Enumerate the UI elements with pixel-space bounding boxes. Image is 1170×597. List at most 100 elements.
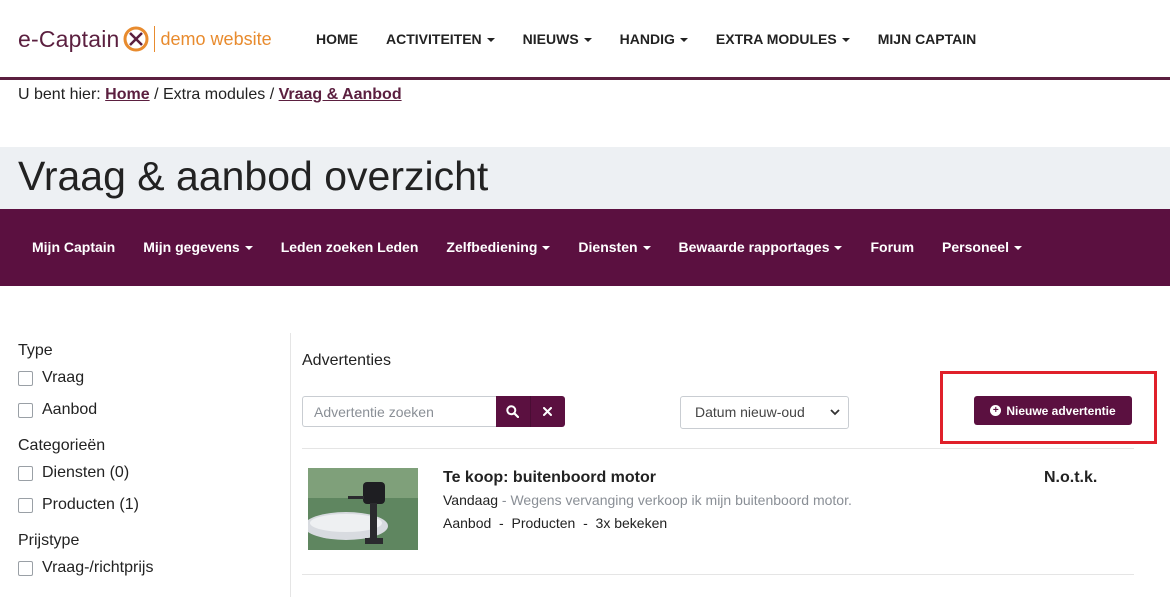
filter-sidebar: Type Vraag Aanbod Categorieën Diensten (… — [18, 340, 278, 584]
checkbox[interactable] — [18, 402, 33, 418]
nav-label: ACTIVITEITEN — [386, 31, 482, 47]
plus-circle-icon: + — [990, 405, 1002, 416]
subnav-mijn-gegevens[interactable]: Mijn gegevens — [129, 237, 266, 257]
nav-label: MIJN CAPTAIN — [877, 31, 977, 47]
new-advertisement-button[interactable]: + Nieuwe advertentie — [974, 396, 1132, 425]
breadcrumb-separator: / — [154, 86, 159, 103]
sort-selected-value: Datum nieuw-oud — [695, 404, 805, 420]
search-icon — [506, 405, 520, 418]
breadcrumb-prefix: U bent hier: — [18, 86, 101, 103]
clear-search-button[interactable] — [530, 396, 565, 427]
filter-heading-categorieen: Categorieën — [18, 437, 106, 454]
caret-down-icon — [244, 246, 253, 251]
nav-item-nieuws[interactable]: NIEUWS — [509, 28, 606, 50]
logo-tagline: demo website — [160, 28, 272, 49]
search-input[interactable] — [302, 396, 496, 427]
main-navigation: HOME ACTIVITEITEN NIEUWS HANDIG EXTRA MO… — [302, 28, 990, 50]
subnav-bewaarde-rapportages[interactable]: Bewaarde rapportages — [665, 237, 857, 257]
nav-item-handig[interactable]: HANDIG — [606, 28, 702, 50]
outboard-motor-image — [308, 468, 418, 550]
filter-option-aanbod[interactable]: Aanbod — [18, 394, 278, 426]
subnav-label: Bewaarde rapportages — [678, 239, 830, 255]
subnav-label: Mijn gegevens — [143, 239, 240, 255]
nav-item-extra-modules[interactable]: EXTRA MODULES — [702, 28, 864, 50]
checkbox[interactable] — [18, 497, 33, 513]
subnav-personeel[interactable]: Personeel — [928, 237, 1036, 257]
list-divider-top — [302, 448, 1134, 449]
filter-option-vraagprijs[interactable]: Vraag-/richtprijs — [18, 552, 278, 584]
listing-dash: - — [498, 492, 511, 508]
listing-meta: Aanbod - Producten - 3x bekeken — [443, 515, 668, 531]
caret-down-icon — [486, 38, 495, 43]
listing-date: Vandaag — [443, 492, 499, 508]
filter-label: Vraag — [42, 369, 85, 386]
nav-item-mijn-captain[interactable]: MIJN CAPTAIN — [864, 28, 991, 50]
subnav-mijn-captain[interactable]: Mijn Captain — [18, 237, 129, 257]
checkbox[interactable] — [18, 370, 33, 386]
subnav-diensten[interactable]: Diensten — [564, 237, 664, 257]
subnav-label: Zelfbediening — [446, 239, 538, 255]
caret-down-icon — [1013, 246, 1022, 251]
caret-down-icon — [642, 246, 651, 251]
caret-down-icon — [679, 38, 688, 43]
search-button[interactable] — [496, 396, 531, 427]
filter-option-diensten[interactable]: Diensten (0) — [18, 457, 278, 489]
sidebar-divider — [290, 333, 291, 597]
caret-down-icon — [583, 38, 592, 43]
close-icon — [543, 407, 553, 416]
new-advertisement-label: Nieuwe advertentie — [1006, 403, 1116, 418]
listing-summary: Wegens vervanging verkoop ik mijn buiten… — [510, 492, 852, 508]
filter-label: Producten (1) — [42, 496, 139, 513]
checkbox[interactable] — [18, 465, 33, 481]
list-divider-bottom — [302, 574, 1134, 575]
filter-heading-type: Type — [18, 342, 53, 359]
listing-description: Vandaag - Wegens vervanging verkoop ik m… — [443, 492, 852, 508]
subnav-forum[interactable]: Forum — [856, 237, 928, 257]
nav-label: HANDIG — [619, 31, 675, 47]
filter-heading-prijstype: Prijstype — [18, 532, 80, 549]
member-navigation: Mijn Captain Mijn gegevens Leden zoeken … — [0, 209, 1170, 286]
filter-label: Aanbod — [42, 401, 98, 418]
caret-down-icon — [834, 246, 843, 251]
title-band: Vraag & aanbod overzicht — [0, 147, 1170, 209]
filter-label: Vraag-/richtprijs — [42, 559, 154, 576]
chevron-down-icon — [830, 409, 840, 416]
page-title: Vraag & aanbod overzicht — [18, 153, 489, 199]
filter-option-vraag[interactable]: Vraag — [18, 362, 278, 394]
nav-label: HOME — [316, 31, 358, 47]
nav-label: EXTRA MODULES — [715, 31, 837, 47]
caret-down-icon — [542, 246, 551, 251]
site-header: e-Captain demo website HOME ACTIVITEITEN… — [0, 0, 1170, 78]
site-logo[interactable]: e-Captain demo website — [18, 22, 272, 56]
subnav-label: Personeel — [942, 239, 1009, 255]
list-item[interactable]: Te koop: buitenboord motor Vandaag - Weg… — [302, 459, 1134, 574]
subnav-label: Leden zoeken Leden — [280, 239, 419, 255]
subnav-label: Forum — [870, 239, 915, 255]
subnav-label: Mijn Captain — [32, 239, 116, 255]
filter-option-producten[interactable]: Producten (1) — [18, 489, 278, 521]
nav-item-home[interactable]: HOME — [302, 28, 372, 50]
checkbox[interactable] — [18, 560, 33, 576]
listing-title[interactable]: Te koop: buitenboord motor — [443, 469, 656, 487]
breadcrumb-extra-modules: Extra modules — [162, 86, 266, 103]
logo-divider — [153, 26, 155, 52]
section-title: Advertenties — [302, 352, 391, 369]
search-group — [302, 396, 565, 427]
header-divider — [0, 77, 1170, 80]
breadcrumb: U bent hier: Home / Extra modules / Vraa… — [18, 86, 402, 104]
subnav-leden-zoeken-leden[interactable]: Leden zoeken Leden — [267, 237, 433, 257]
subnav-zelfbediening[interactable]: Zelfbediening — [432, 237, 564, 257]
subnav-label: Diensten — [578, 239, 638, 255]
caret-down-icon — [841, 38, 850, 43]
breadcrumb-separator: / — [269, 86, 275, 103]
logo-text: e-Captain — [18, 25, 120, 52]
nav-item-activiteiten[interactable]: ACTIVITEITEN — [372, 28, 509, 50]
breadcrumb-home-link[interactable]: Home — [105, 86, 149, 103]
filter-label: Diensten (0) — [42, 464, 130, 481]
sort-select[interactable]: Datum nieuw-oud — [680, 396, 849, 429]
listing-price: N.o.t.k. — [1044, 469, 1098, 486]
nav-label: NIEUWS — [522, 31, 579, 47]
breadcrumb-current-link[interactable]: Vraag & Aanbod — [279, 86, 402, 103]
captain-logo-icon — [123, 26, 149, 52]
listing-thumbnail[interactable] — [308, 468, 418, 550]
